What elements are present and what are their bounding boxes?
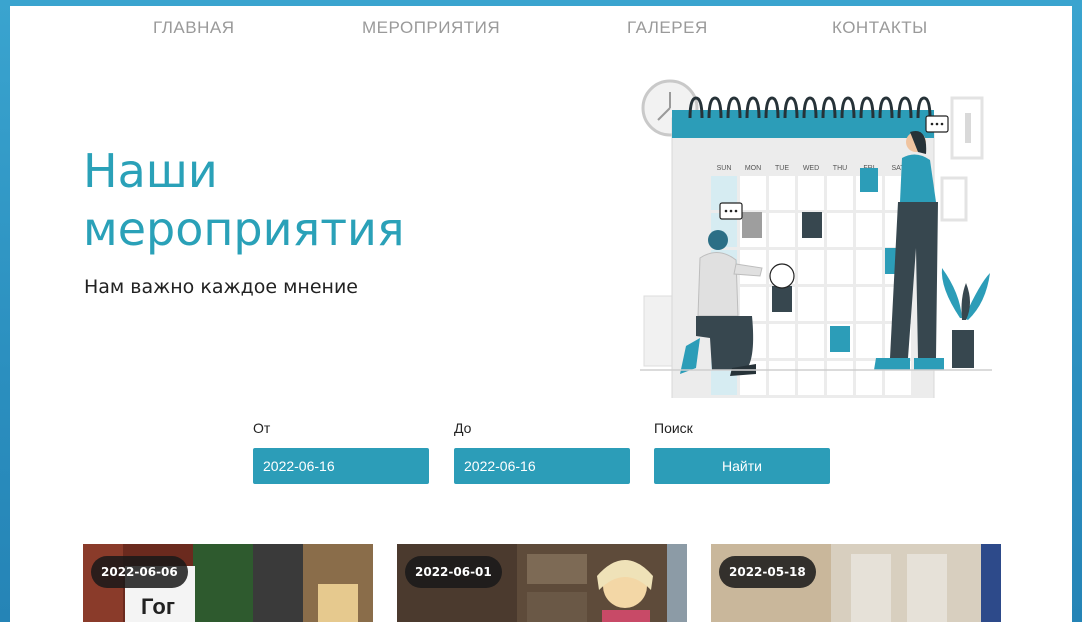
calendar-cell [798, 287, 824, 321]
nav-gallery[interactable]: ГАЛЕРЕЯ [627, 18, 708, 38]
speech-bubble-icon [925, 115, 949, 133]
note-card [772, 286, 792, 312]
day-label: SUN [717, 165, 732, 172]
day-label: TUE [775, 165, 789, 172]
calendar-cell [798, 250, 824, 284]
to-label: До [454, 420, 472, 436]
poster-text: Гог [141, 594, 175, 619]
note-card [860, 168, 878, 192]
calendar-cell [740, 287, 766, 321]
event-card[interactable]: Гог 2022-06-06 [83, 544, 373, 622]
frame-shape [965, 113, 971, 143]
calendar-cell [856, 250, 882, 284]
page-title: Наши мероприятия [83, 142, 513, 258]
calendar-cell [827, 287, 853, 321]
main-nav: ГЛАВНАЯ МЕРОПРИЯТИЯ ГАЛЕРЕЯ КОНТАКТЫ [10, 18, 1072, 42]
page-title-line2: мероприятия [83, 202, 405, 256]
day-label: MON [745, 165, 761, 172]
calendar-cell [827, 250, 853, 284]
speech-bubble-icon [719, 202, 743, 220]
calendar-cell [740, 176, 766, 210]
plant-icon [941, 268, 990, 368]
event-date-badge: 2022-06-06 [91, 556, 188, 588]
day-label: WED [803, 165, 819, 172]
page-subtitle: Нам важно каждое мнение [84, 276, 358, 298]
nav-contacts[interactable]: КОНТАКТЫ [832, 18, 928, 38]
calendar-cell [769, 176, 795, 210]
date-from-input[interactable]: 2022-06-16 [253, 448, 429, 484]
note-card [742, 212, 762, 238]
event-date-badge: 2022-06-01 [405, 556, 502, 588]
calendar-cell [798, 176, 824, 210]
from-label: От [253, 420, 271, 436]
page-title-line1: Наши [83, 144, 218, 198]
search-label: Поиск [654, 420, 693, 436]
note-card [802, 212, 822, 238]
calendar-cell [856, 213, 882, 247]
calendar-illustration: SUN MON TUE WED THU FRI SAT [640, 79, 992, 398]
calendar-cell [856, 287, 882, 321]
nav-home[interactable]: ГЛАВНАЯ [153, 18, 234, 38]
page: ГЛАВНАЯ МЕРОПРИЯТИЯ ГАЛЕРЕЯ КОНТАКТЫ Наш… [10, 6, 1072, 622]
search-button[interactable]: Найти [654, 448, 830, 484]
calendar-cell [827, 176, 853, 210]
event-card[interactable]: 2022-05-18 [711, 544, 1001, 622]
event-date-badge: 2022-05-18 [719, 556, 816, 588]
calendar-cell [769, 361, 795, 395]
calendar-cell [827, 361, 853, 395]
day-label: THU [833, 165, 847, 172]
calendar-cell [769, 213, 795, 247]
calendar-cell [798, 361, 824, 395]
calendar-cell [856, 324, 882, 358]
note-card [830, 326, 850, 352]
calendar-cell [827, 213, 853, 247]
event-card[interactable]: 2022-06-01 [397, 544, 687, 622]
cabinet-shape [643, 295, 675, 367]
frame-shape [940, 176, 968, 222]
calendar-cell [769, 324, 795, 358]
calendar-cell [798, 324, 824, 358]
date-to-input[interactable]: 2022-06-16 [454, 448, 630, 484]
nav-events[interactable]: МЕРОПРИЯТИЯ [362, 18, 500, 38]
